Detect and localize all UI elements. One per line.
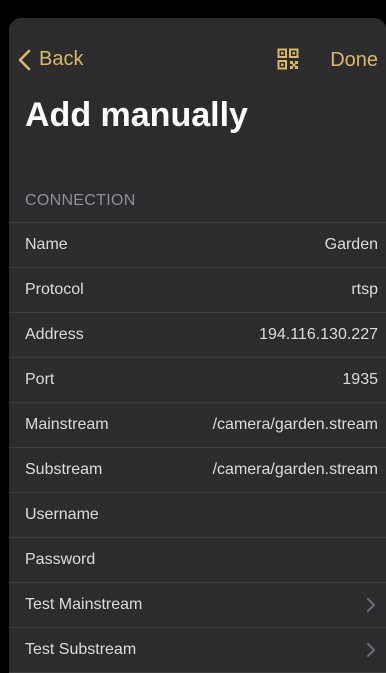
name-label: Name bbox=[25, 236, 68, 253]
protocol-row[interactable]: Protocol rtsp bbox=[9, 268, 386, 313]
test-mainstream-label: Test Mainstream bbox=[25, 596, 143, 613]
protocol-label: Protocol bbox=[25, 281, 84, 298]
chevron-left-icon bbox=[18, 49, 31, 70]
test-substream-row[interactable]: Test Substream bbox=[9, 628, 386, 673]
section-header-connection: CONNECTION bbox=[25, 192, 136, 209]
test-substream-label: Test Substream bbox=[25, 641, 137, 658]
substream-value[interactable]: /camera/garden.stream bbox=[213, 461, 378, 479]
mainstream-label: Mainstream bbox=[25, 416, 109, 433]
mainstream-row[interactable]: Mainstream /camera/garden.stream bbox=[9, 403, 386, 448]
port-label: Port bbox=[25, 371, 55, 388]
substream-row[interactable]: Substream /camera/garden.stream bbox=[9, 448, 386, 493]
address-row[interactable]: Address 194.116.130.227 bbox=[9, 313, 386, 358]
chevron-right-icon bbox=[367, 598, 375, 612]
modal-sheet: Back Done Add manually CONNECTION Name G… bbox=[9, 18, 386, 673]
name-value[interactable]: Garden bbox=[325, 236, 378, 254]
username-label: Username bbox=[25, 506, 99, 523]
address-value[interactable]: 194.116.130.227 bbox=[259, 326, 378, 344]
back-button[interactable]: Back bbox=[17, 48, 83, 71]
port-row[interactable]: Port 1935 bbox=[9, 358, 386, 403]
address-label: Address bbox=[25, 326, 84, 343]
substream-label: Substream bbox=[25, 461, 103, 478]
chevron-right-icon bbox=[367, 643, 375, 657]
port-value[interactable]: 1935 bbox=[342, 371, 378, 389]
back-label: Back bbox=[39, 48, 84, 70]
name-row[interactable]: Name Garden bbox=[9, 223, 386, 268]
password-label: Password bbox=[25, 551, 96, 568]
page-title: Add manually bbox=[25, 96, 248, 134]
protocol-value[interactable]: rtsp bbox=[351, 281, 378, 299]
test-mainstream-row[interactable]: Test Mainstream bbox=[9, 583, 386, 628]
connection-list: Name Garden Protocol rtsp Address 194.11… bbox=[9, 222, 386, 673]
username-row[interactable]: Username bbox=[9, 493, 386, 538]
qr-code-icon[interactable] bbox=[277, 48, 299, 70]
mainstream-value[interactable]: /camera/garden.stream bbox=[213, 416, 378, 434]
navigation-bar: Back Done bbox=[9, 18, 386, 88]
done-button[interactable]: Done bbox=[330, 49, 378, 72]
password-row[interactable]: Password bbox=[9, 538, 386, 583]
